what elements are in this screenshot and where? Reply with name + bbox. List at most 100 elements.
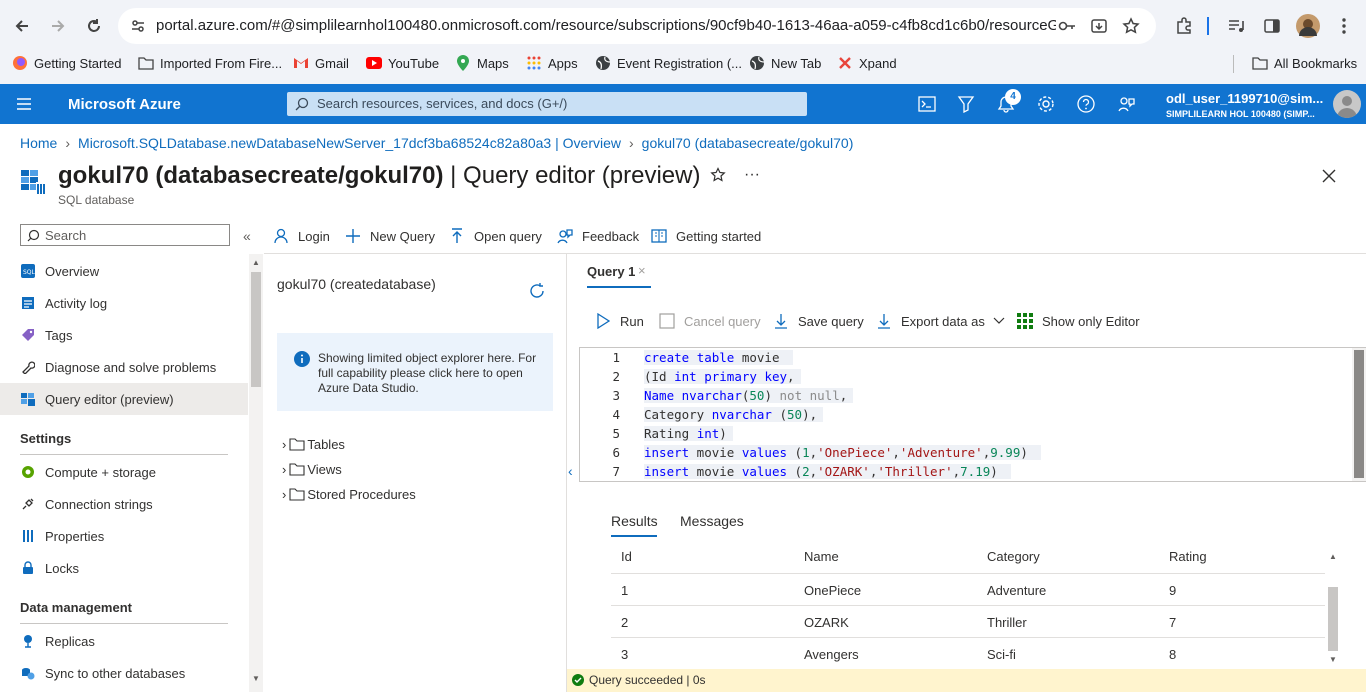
- info-icon: [294, 351, 310, 367]
- install-icon[interactable]: [1090, 17, 1108, 35]
- sidebar-item-locks[interactable]: Locks: [0, 552, 248, 584]
- download-icon: [875, 312, 893, 330]
- sidebar-search-input[interactable]: Search: [20, 224, 230, 246]
- menu-icon[interactable]: [1332, 14, 1356, 38]
- close-tab-icon[interactable]: ×: [638, 263, 646, 278]
- collapse-sidebar-icon[interactable]: «: [243, 228, 251, 244]
- favorite-star-icon[interactable]: [710, 167, 726, 183]
- refresh-icon[interactable]: [528, 282, 546, 300]
- globe-icon: [595, 55, 611, 71]
- cloud-shell-icon[interactable]: [917, 94, 937, 114]
- bookmark-maps[interactable]: Maps: [455, 55, 509, 71]
- tree-item-views[interactable]: › Views: [282, 462, 342, 477]
- breadcrumb-home[interactable]: Home: [20, 135, 57, 151]
- sidebar-item-sync[interactable]: Sync to other databases: [0, 657, 248, 689]
- tab-query-1[interactable]: Query 1: [587, 264, 635, 279]
- feedback-button[interactable]: Feedback: [556, 226, 639, 246]
- success-check-icon: [572, 674, 584, 686]
- breadcrumb-database[interactable]: gokul70 (databasecreate/gokul70): [642, 135, 854, 151]
- bookmark-getting-started[interactable]: Getting Started: [12, 55, 121, 71]
- tab-messages[interactable]: Messages: [680, 513, 744, 529]
- tree-item-tables[interactable]: › Tables: [282, 437, 345, 452]
- login-button[interactable]: Login: [272, 226, 330, 246]
- sidebar-item-query-editor[interactable]: Query editor (preview): [0, 383, 248, 415]
- panel-divider[interactable]: [566, 254, 567, 692]
- sidebar-item-connection-strings[interactable]: Connection strings: [0, 488, 248, 520]
- sidebar-scrollbar[interactable]: ▲ ▼: [249, 254, 263, 692]
- settings-gear-icon[interactable]: [1036, 94, 1056, 114]
- tab-results[interactable]: Results: [611, 513, 658, 529]
- getting-started-button[interactable]: Getting started: [650, 226, 761, 246]
- site-info-icon[interactable]: [130, 18, 146, 34]
- azure-brand[interactable]: Microsoft Azure: [68, 96, 181, 113]
- sidebar-item-tags[interactable]: Tags: [0, 319, 248, 351]
- bookmark-new-tab[interactable]: New Tab: [749, 55, 821, 71]
- properties-icon: [20, 528, 36, 544]
- show-only-editor-button[interactable]: Show only Editor: [1016, 311, 1140, 331]
- column-header-rating[interactable]: Rating: [1169, 549, 1207, 564]
- bookmark-youtube[interactable]: YouTube: [366, 55, 439, 71]
- column-header-id[interactable]: Id: [621, 549, 632, 564]
- xpand-icon: [837, 55, 853, 71]
- more-options-icon[interactable]: ···: [744, 166, 760, 184]
- sidebar-item-overview[interactable]: SQL Overview: [0, 255, 248, 287]
- media-icon[interactable]: [1224, 14, 1248, 38]
- bookmark-xpand[interactable]: Xpand: [837, 55, 897, 71]
- extensions-icon[interactable]: [1172, 14, 1196, 38]
- info-banner[interactable]: Showing limited object explorer here. Fo…: [277, 333, 553, 411]
- bookmark-apps[interactable]: Apps: [526, 55, 578, 71]
- feedback-icon[interactable]: [1116, 94, 1136, 114]
- scrollbar-thumb[interactable]: [1328, 587, 1338, 651]
- back-icon[interactable]: [10, 14, 34, 38]
- sidepanel-icon[interactable]: [1260, 14, 1284, 38]
- sidebar-item-replicas[interactable]: Replicas: [0, 625, 248, 657]
- tree-item-stored-procedures[interactable]: › Stored Procedures: [282, 487, 416, 502]
- directory-filter-icon[interactable]: [956, 94, 976, 114]
- breadcrumb-deployment[interactable]: Microsoft.SQLDatabase.newDatabaseNewServ…: [78, 135, 621, 151]
- close-icon[interactable]: [1322, 169, 1336, 183]
- profile-avatar[interactable]: [1296, 14, 1320, 38]
- address-bar[interactable]: portal.azure.com/#@simplilearnhol100480.…: [118, 8, 1156, 44]
- user-avatar[interactable]: [1333, 90, 1361, 118]
- sidebar-item-compute[interactable]: Compute + storage: [0, 456, 248, 488]
- results-scrollbar[interactable]: ▲ ▼: [1326, 549, 1340, 667]
- star-icon[interactable]: [1122, 17, 1140, 35]
- sql-icon: SQL: [20, 263, 36, 279]
- forward-icon[interactable]: [46, 14, 70, 38]
- key-icon[interactable]: [1058, 18, 1076, 34]
- cancel-query-button[interactable]: Cancel query: [658, 311, 761, 331]
- save-query-button[interactable]: Save query: [772, 311, 864, 331]
- divider: [611, 637, 1325, 638]
- line-number: 1: [612, 350, 620, 365]
- editor-scrollbar[interactable]: [1352, 347, 1366, 482]
- collapse-explorer-icon[interactable]: ‹: [568, 463, 573, 479]
- run-button[interactable]: Run: [594, 311, 644, 331]
- export-data-button[interactable]: Export data as: [875, 311, 1005, 331]
- column-header-name[interactable]: Name: [804, 549, 839, 564]
- scroll-up-icon[interactable]: ▲: [252, 258, 260, 267]
- scroll-down-icon[interactable]: ▼: [1329, 655, 1337, 664]
- all-bookmarks[interactable]: All Bookmarks: [1252, 55, 1357, 71]
- sidebar-item-activity-log[interactable]: Activity log: [0, 287, 248, 319]
- line-number: 5: [612, 426, 620, 441]
- table-cell: 1: [621, 583, 629, 598]
- user-name[interactable]: odl_user_1199710@sim...: [1166, 91, 1323, 106]
- scroll-up-icon[interactable]: ▲: [1329, 552, 1337, 561]
- hamburger-icon[interactable]: [16, 97, 32, 111]
- sidebar-item-properties[interactable]: Properties: [0, 520, 248, 552]
- new-query-button[interactable]: New Query: [344, 226, 435, 246]
- column-header-category[interactable]: Category: [987, 549, 1040, 564]
- user-tenant[interactable]: SIMPLILEARN HOL 100480 (SIMP...: [1166, 109, 1315, 119]
- reload-icon[interactable]: [82, 14, 106, 38]
- azure-search-input[interactable]: Search resources, services, and docs (G+…: [287, 92, 807, 116]
- chevron-right-icon: ›: [65, 135, 71, 151]
- scrollbar-thumb[interactable]: [1354, 350, 1364, 478]
- bookmark-event-registration[interactable]: Event Registration (...: [595, 55, 742, 71]
- scroll-down-icon[interactable]: ▼: [252, 674, 260, 683]
- open-query-button[interactable]: Open query: [448, 226, 542, 246]
- sidebar-item-diagnose[interactable]: Diagnose and solve problems: [0, 351, 248, 383]
- scrollbar-thumb[interactable]: [251, 272, 261, 387]
- help-icon[interactable]: [1076, 94, 1096, 114]
- bookmark-gmail[interactable]: Gmail: [293, 55, 349, 71]
- bookmark-imported[interactable]: Imported From Fire...: [138, 55, 282, 71]
